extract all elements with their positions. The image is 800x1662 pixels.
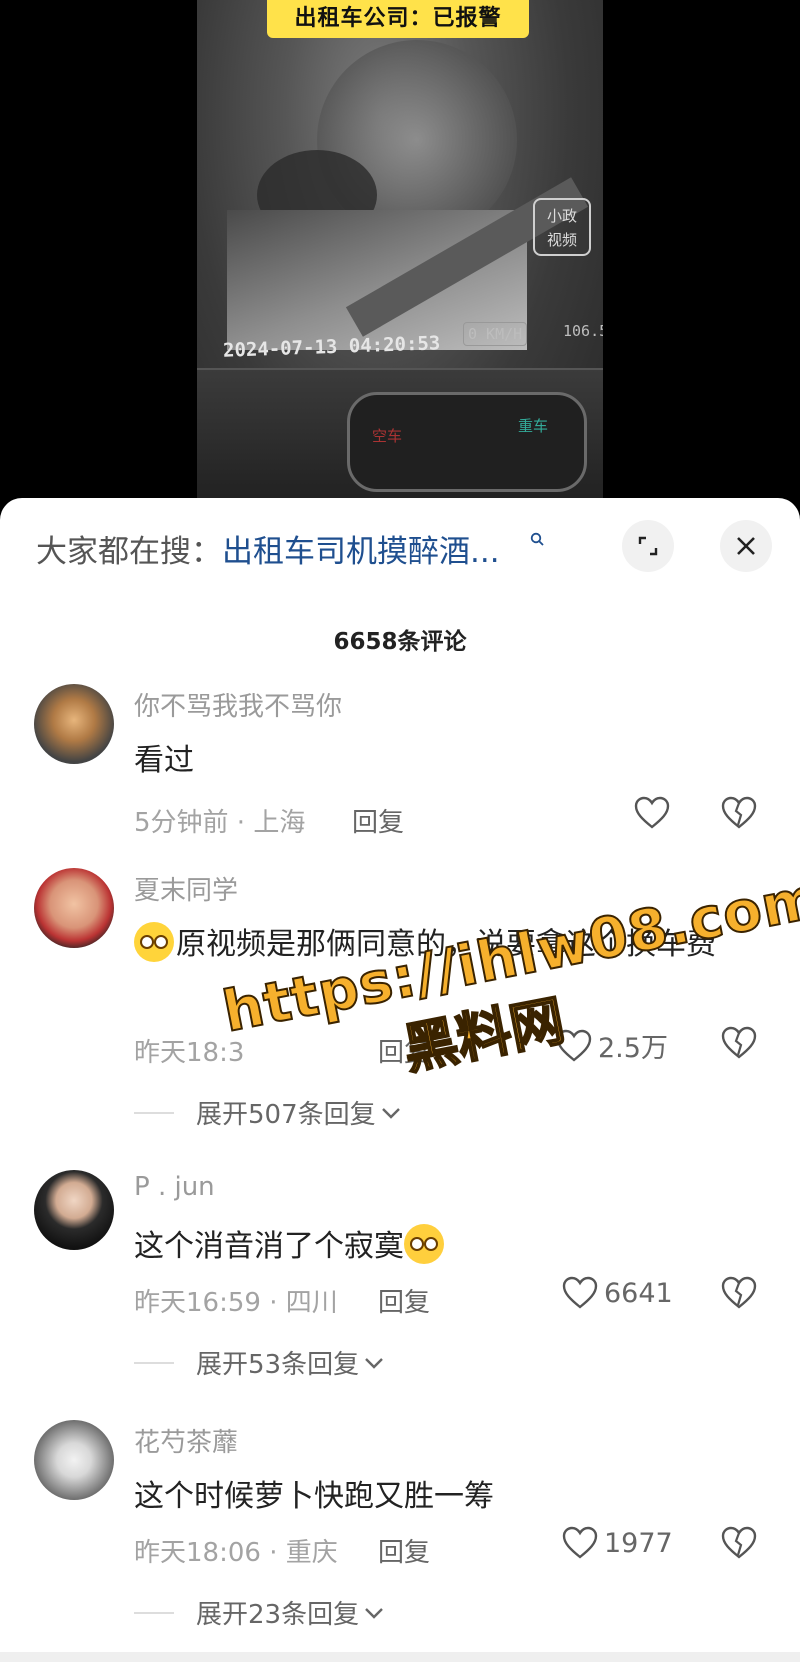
expand-replies-label: 展开53条回复 [196,1350,360,1380]
crying-emoji-icon [404,1224,444,1264]
like-button[interactable]: 6641 [562,1276,673,1310]
comment-text: 这个时候萝卜快跑又胜一筹 [134,1479,494,1514]
heart-icon [562,1276,598,1309]
heart-icon [562,1526,598,1559]
comment-username[interactable]: 夏末同学 [134,870,238,907]
broken-heart-icon[interactable] [721,1526,757,1560]
chevron-down-icon [365,1357,383,1369]
divider-line [134,1611,174,1614]
comment-username[interactable]: 你不骂我我不骂你 [134,686,342,723]
divider-line [134,1361,174,1364]
logo-line2: 视频 [546,231,577,249]
expand-button[interactable] [622,520,674,572]
close-button[interactable] [720,520,772,572]
avatar[interactable] [34,1170,114,1250]
odometer-readout: 106.5 [563,322,603,340]
trending-search[interactable]: 大家都在搜： 出租车司机摸醉酒... [36,526,544,571]
like-count: 6641 [604,1277,673,1309]
video-banner: 出租车公司：已报警 [267,0,529,38]
search-icon [530,532,544,546]
reply-button[interactable]: 回复 [378,1282,430,1319]
trending-search-prefix: 大家都在搜： [36,533,222,570]
comment-meta: 5分钟前 · 上海 [134,808,306,838]
like-button[interactable] [634,796,670,830]
channel-logo: 小政 视频 [533,198,591,256]
trending-search-term[interactable]: 出租车司机摸醉酒... [222,526,500,571]
comment-meta: 昨天18:3 [134,1038,245,1068]
comment-sheet: 大家都在搜： 出租车司机摸醉酒... 6658条评论 你不骂我我不骂你 看过 5… [0,498,800,1662]
comment-text-body: 这个消音消了个寂寞 [134,1229,404,1264]
like-button[interactable]: 1977 [562,1526,673,1560]
heart-icon [556,1029,592,1062]
comment-count: 6658条评论 [333,629,467,655]
speed-readout: 0 KM/H [463,322,528,346]
like-button[interactable]: 2.5万 [556,1026,668,1065]
logo-line1: 小政 [546,207,577,225]
chevron-down-icon [381,1107,400,1119]
comment-text: 这个消音消了个寂寞 [134,1220,754,1274]
expand-replies-label: 展开23条回复 [196,1600,360,1630]
broken-heart-icon[interactable] [721,1026,757,1060]
avatar[interactable] [34,1420,114,1500]
comment-text-body: 原视频是那俩同意的，说要拿这个换车费 [176,927,716,962]
broken-heart-icon[interactable] [721,1276,757,1310]
comment-username[interactable]: 花芍茶蘼 [134,1422,238,1459]
expand-replies-button[interactable]: 展开507条回复 [134,1094,402,1131]
expand-replies-label: 展开507条回复 [196,1100,376,1130]
heart-icon [634,796,670,829]
video-player[interactable]: 出租车公司：已报警 小政 视频 2024-07-13 04:20:53 0 KM… [197,0,603,520]
comment-text: 原视频是那俩同意的，说要拿这个换车费 [134,918,754,972]
comment-meta: 昨天18:06 · 重庆 [134,1538,338,1568]
comment-username[interactable]: P . jun [134,1172,215,1202]
expand-icon [638,536,658,556]
dashboard: 空车 重车 [197,368,603,518]
avatar[interactable] [34,684,114,764]
bottom-bar [0,1652,800,1662]
reply-button[interactable]: 回复 [352,802,404,839]
like-count: 1977 [604,1527,673,1559]
chevron-down-icon [365,1607,383,1619]
reply-button[interactable]: 回复 [378,1532,430,1569]
close-icon [737,537,755,555]
reply-button[interactable]: 回复 [378,1032,430,1069]
sign-occupied: 重车 [518,417,549,435]
avatar[interactable] [34,868,114,948]
comment-text: 看过 [134,743,194,778]
like-count: 2.5万 [598,1033,668,1064]
broken-heart-icon[interactable] [721,796,757,830]
expand-replies-button[interactable]: 展开53条回复 [134,1344,385,1381]
divider-line [134,1111,174,1114]
expand-replies-button[interactable]: 展开23条回复 [134,1594,385,1631]
sign-vacant: 空车 [372,427,403,445]
comment-meta: 昨天16:59 · 四川 [134,1288,338,1318]
blushing-emoji-icon [134,922,174,962]
taxi-meter: 空车 重车 [347,392,587,492]
